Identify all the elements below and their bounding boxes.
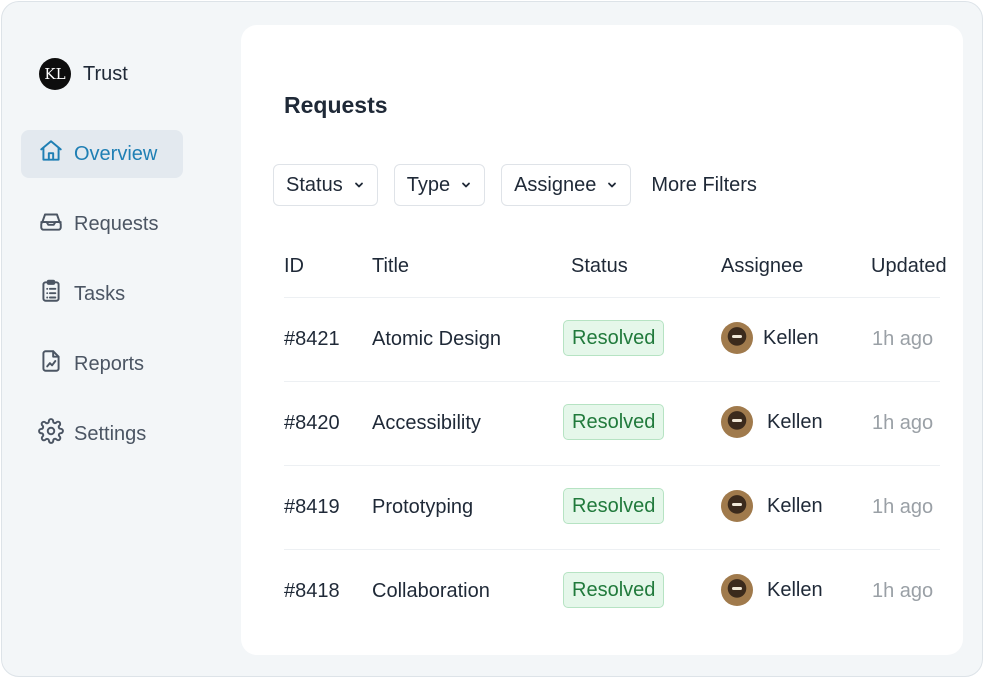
sidebar-item-label: Requests — [74, 212, 159, 235]
request-id: #8418 — [284, 580, 340, 602]
sidebar-item-label: Overview — [74, 142, 158, 165]
avatar — [721, 322, 753, 354]
request-title: Prototyping — [372, 496, 474, 518]
table-row[interactable]: #8420 Accessibility Resolved Kellen 1h a… — [284, 382, 940, 466]
sidebar-item-reports[interactable]: Reports — [21, 340, 183, 388]
column-header-id[interactable]: ID — [284, 255, 304, 278]
status-badge: Resolved — [563, 404, 665, 440]
request-title: Atomic Design — [372, 328, 501, 350]
assignee-cell: Kellen — [721, 406, 823, 438]
avatar — [721, 574, 753, 606]
sidebar-item-label: Tasks — [74, 282, 126, 305]
request-title: Accessibility — [372, 412, 481, 434]
avatar — [721, 490, 753, 522]
home-icon — [38, 138, 64, 170]
report-chart-icon — [38, 348, 64, 380]
column-header-updated[interactable]: Updated — [871, 255, 947, 278]
brand-name: Trust — [83, 62, 128, 85]
assignee-name: Kellen — [763, 326, 819, 349]
request-id: #8419 — [284, 496, 340, 518]
assignee-name: Kellen — [767, 494, 823, 517]
sidebar-nav: Overview Requests Tasks Reports Settings — [21, 130, 183, 480]
chevron-down-icon — [460, 174, 472, 197]
request-title: Collaboration — [372, 580, 490, 602]
filter-label: Assignee — [514, 173, 597, 196]
chevron-down-icon — [353, 174, 365, 197]
updated-time: 1h ago — [872, 328, 934, 350]
assignee-name: Kellen — [767, 578, 823, 601]
main-panel: Requests Status Type Assignee More Filte… — [241, 25, 963, 655]
table-row[interactable]: #8418 Collaboration Resolved Kellen 1h a… — [284, 550, 940, 633]
chevron-down-icon — [606, 174, 618, 197]
page-title: Requests — [284, 92, 388, 118]
clipboard-list-icon — [38, 278, 64, 310]
table-row[interactable]: #8421 Atomic Design Resolved Kellen 1h a… — [284, 298, 940, 382]
filter-label: Status — [286, 173, 343, 196]
column-header-assignee[interactable]: Assignee — [721, 255, 803, 278]
brand-logo: KL — [39, 58, 71, 90]
svg-text:KL: KL — [44, 65, 65, 83]
status-badge: Resolved — [563, 320, 665, 356]
sidebar-item-tasks[interactable]: Tasks — [21, 270, 183, 318]
sidebar-item-requests[interactable]: Requests — [21, 200, 183, 248]
avatar — [721, 406, 753, 438]
app-window: KL Trust Overview Requests Tasks Reports… — [1, 1, 983, 677]
status-badge: Resolved — [563, 572, 665, 608]
sidebar-item-settings[interactable]: Settings — [21, 410, 183, 458]
request-id: #8420 — [284, 412, 340, 434]
assignee-cell: Kellen — [721, 574, 823, 606]
type-filter-dropdown[interactable]: Type — [393, 164, 486, 206]
request-id: #8421 — [284, 328, 340, 350]
updated-time: 1h ago — [872, 412, 934, 434]
sidebar-item-overview[interactable]: Overview — [21, 130, 183, 178]
table-row[interactable]: #8419 Prototyping Resolved Kellen 1h ago — [284, 466, 940, 550]
status-badge: Resolved — [563, 488, 665, 524]
gear-icon — [38, 418, 64, 450]
sidebar-item-label: Settings — [74, 422, 147, 445]
status-filter-dropdown[interactable]: Status — [273, 164, 378, 206]
assignee-name: Kellen — [767, 410, 823, 433]
assignee-filter-dropdown[interactable]: Assignee — [501, 164, 632, 206]
inbox-icon — [38, 208, 64, 240]
requests-table: ID Title Status Assignee Updated #8421 A… — [284, 237, 947, 633]
sidebar-item-label: Reports — [74, 352, 145, 375]
assignee-cell: Kellen — [721, 490, 823, 522]
more-filters-button[interactable]: More Filters — [651, 174, 757, 197]
table-header: ID Title Status Assignee Updated — [284, 237, 947, 298]
brand[interactable]: KL Trust — [39, 58, 128, 90]
assignee-cell: Kellen — [721, 322, 819, 354]
filter-bar: Status Type Assignee More Filters — [273, 164, 757, 206]
column-header-title[interactable]: Title — [372, 255, 409, 278]
updated-time: 1h ago — [872, 580, 934, 602]
updated-time: 1h ago — [872, 496, 934, 518]
column-header-status[interactable]: Status — [571, 255, 628, 278]
filter-label: Type — [406, 173, 451, 196]
